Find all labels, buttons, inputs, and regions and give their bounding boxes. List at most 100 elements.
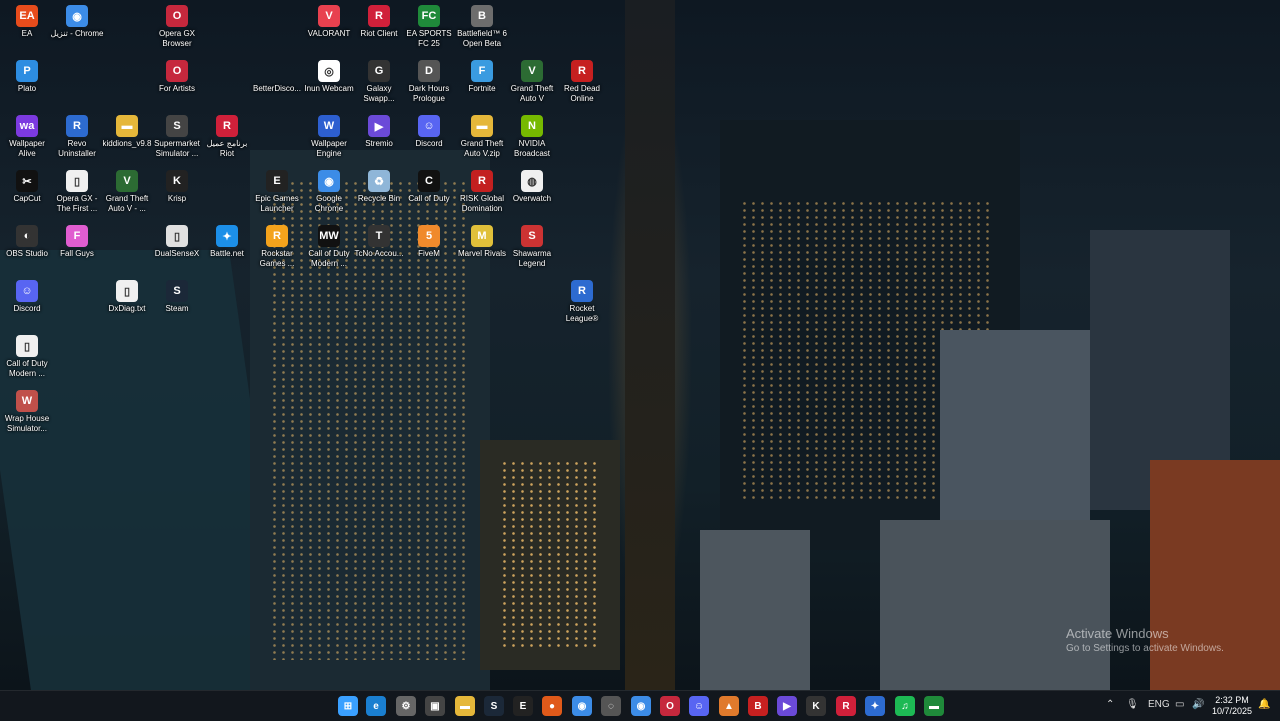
- desktop-icon-battlenet[interactable]: ✦ Battle.net: [200, 222, 254, 276]
- taskbar-edge-icon[interactable]: e: [366, 696, 386, 716]
- desktop-icon-for-artists[interactable]: O For Artists: [150, 57, 204, 111]
- supermarket-icon: S: [166, 115, 188, 137]
- taskbar-app-k-icon[interactable]: K: [806, 696, 826, 716]
- taskbar-epic-icon[interactable]: E: [513, 696, 533, 716]
- taskbar-chrome-icon[interactable]: ◉: [572, 696, 592, 716]
- desktop-icon-valorant[interactable]: V VALORANT: [302, 2, 356, 56]
- desktop-icon-rockstar[interactable]: R Rockstar Games ...: [250, 222, 304, 276]
- desktop-icon-rocket-league[interactable]: R Rocket League®: [555, 277, 609, 331]
- obs-icon: ◐: [16, 225, 38, 247]
- desktop-icon-dxdiag[interactable]: ▯ DxDiag.txt: [100, 277, 154, 331]
- desktop-icon-nvidia[interactable]: N NVIDIA Broadcast: [505, 112, 559, 166]
- activate-windows-watermark: Activate Windows Go to Settings to activ…: [1066, 626, 1224, 654]
- desktop-icon-fall-guys[interactable]: F Fall Guys: [50, 222, 104, 276]
- volume-icon[interactable]: 🔊: [1192, 699, 1204, 710]
- taskbar-file-explorer-icon[interactable]: ▬: [455, 696, 475, 716]
- desktop-icon-galaxy-swapper[interactable]: G Galaxy Swapp...: [352, 57, 406, 111]
- desktop-icon-krisp[interactable]: K Krisp: [150, 167, 204, 221]
- cod-icon: C: [418, 170, 440, 192]
- desktop-icon-opera-gx[interactable]: O Opera GX Browser: [150, 2, 204, 56]
- desktop-icon-wallpaper-engine[interactable]: W Wallpaper Engine: [302, 112, 356, 166]
- desktop-icon-wrap-house[interactable]: W Wrap House Simulator...: [0, 387, 54, 441]
- taskbar-riot-icon[interactable]: R: [836, 696, 856, 716]
- desktop-icon-betterdiscord[interactable]: BetterDisco...: [250, 57, 304, 111]
- opera-gx-icon: O: [166, 5, 188, 27]
- desktop-icon-gta5[interactable]: V Grand Theft Auto V: [505, 57, 559, 111]
- taskbar-settings-icon[interactable]: ⚙: [396, 696, 416, 716]
- desktop-icon-label: Rockstar Games ...: [259, 249, 295, 268]
- desktop-icon-label: Marvel Rivals: [457, 249, 506, 258]
- desktop-icon-revo[interactable]: R Revo Uninstaller: [50, 112, 104, 166]
- desktop-icon-plato[interactable]: P Plato: [0, 57, 54, 111]
- desktop-icon-label: CapCut: [13, 194, 41, 203]
- desktop-icon-label: Epic Games Launcher: [255, 194, 299, 213]
- desktop-icon-chrome[interactable]: ◉ Google Chrome: [302, 167, 356, 221]
- taskbar-steam-icon[interactable]: S: [484, 696, 504, 716]
- desktop-icon-tcno[interactable]: T TcNo Accou...: [352, 222, 406, 276]
- clock[interactable]: 2:32 PM 10/7/2025: [1210, 695, 1254, 717]
- taskbar-app-blue-icon[interactable]: ✦: [865, 696, 885, 716]
- desktop-icon-opera-doc[interactable]: ▯ Opera GX - The First ...: [50, 167, 104, 221]
- desktop-icon-obs[interactable]: ◐ OBS Studio: [0, 222, 54, 276]
- taskbar-app-orange-icon[interactable]: ●: [542, 696, 562, 716]
- gta5-b-icon: V: [116, 170, 138, 192]
- desktop-icon-label: Fall Guys: [60, 249, 94, 258]
- desktop-icon-battlefield[interactable]: B Battlefield™ 6 Open Beta: [455, 2, 509, 56]
- desktop-icon-fivem[interactable]: 5 FiveM: [402, 222, 456, 276]
- desktop-icon-recycle-bin[interactable]: ♻ Recycle Bin: [352, 167, 406, 221]
- desktop-icon-dualsensex[interactable]: ▯ DualSenseX: [150, 222, 204, 276]
- fivem-icon: 5: [418, 225, 440, 247]
- desktop-icon-fortnite[interactable]: F Fortnite: [455, 57, 509, 111]
- taskbar-app-green-icon[interactable]: ▬: [924, 696, 944, 716]
- language-indicator[interactable]: ENG: [1148, 699, 1170, 710]
- taskbar-spotify-icon[interactable]: ♫: [895, 696, 915, 716]
- desktop-icon-webcam[interactable]: ◎ Inun Webcam: [302, 57, 356, 111]
- desktop-icon-overwatch[interactable]: ◍ Overwatch: [505, 167, 559, 221]
- desktop-icon-gta5-b[interactable]: V Grand Theft Auto V - ...: [100, 167, 154, 221]
- cod-mw-icon: MW: [318, 225, 340, 247]
- desktop-icon-discord-2[interactable]: ☺ Discord: [0, 277, 54, 331]
- desktop-icon-marvel[interactable]: M Marvel Rivals: [455, 222, 509, 276]
- taskbar: ⊞ e ⚙ ▣ ▬ S E ● ◉ ◌ ◉ O ☺ ▲ B ▶ K R ✦ ♫ ▬ ⌃ 🎙 ENG ▭ 🔊 2:32 P…: [0, 690, 1280, 721]
- taskbar-stremio-icon[interactable]: ▶: [777, 696, 797, 716]
- desktop-icon-chrome-download[interactable]: ◉ تنزيل - Chrome: [50, 2, 104, 56]
- desktop-icon-label: Opera GX Browser: [158, 29, 195, 48]
- chrome-download-icon: ◉: [66, 5, 88, 27]
- desktop-icon-fc25[interactable]: FC EA SPORTS FC 25: [402, 2, 456, 56]
- desktop-icon-cod-mw[interactable]: MW Call of Duty Modern ...: [302, 222, 356, 276]
- taskbar-discord-icon[interactable]: ☺: [689, 696, 709, 716]
- desktop-icon-riot-ar[interactable]: R برنامج عميل Riot: [200, 112, 254, 166]
- taskbar-chrome-2-icon[interactable]: ◉: [631, 696, 651, 716]
- desktop-icon-steam[interactable]: S Steam: [150, 277, 204, 331]
- desktop-icon-stremio[interactable]: ▶ Stremio: [352, 112, 406, 166]
- microphone-icon[interactable]: 🎙: [1126, 699, 1139, 710]
- taskbar-app-grey-icon[interactable]: ◌: [601, 696, 621, 716]
- taskbar-app-red-icon[interactable]: B: [748, 696, 768, 716]
- desktop-icon-epic[interactable]: E Epic Games Launcher: [250, 167, 304, 221]
- wrap-house-icon: W: [16, 390, 38, 412]
- network-icon[interactable]: ▭: [1175, 699, 1184, 710]
- taskbar-opera-icon[interactable]: O: [660, 696, 680, 716]
- taskbar-start-icon[interactable]: ⊞: [338, 696, 358, 716]
- show-hidden-icons-chevron-icon[interactable]: ⌃: [1106, 699, 1114, 710]
- desktop-icon-kiddions[interactable]: ▬ kiddions_v9.8: [100, 112, 154, 166]
- desktop-icon-ea[interactable]: EA EA: [0, 2, 54, 56]
- desktop-icon-shawarma[interactable]: S Shawarma Legend: [505, 222, 559, 276]
- desktop-icon-label: Grand Theft Auto V - ...: [105, 194, 149, 213]
- desktop-icon-wallpaper-alive[interactable]: wa Wallpaper Alive: [0, 112, 54, 166]
- desktop-icon-riot-client[interactable]: R Riot Client: [352, 2, 406, 56]
- desktop-icon-discord-1[interactable]: ☺ Discord: [402, 112, 456, 166]
- desktop-icon-gta-zip[interactable]: ▬ Grand Theft Auto V.zip: [455, 112, 509, 166]
- notification-bell-icon[interactable]: 🔔: [1258, 699, 1270, 710]
- desktop-icon-capcut[interactable]: ✂ CapCut: [0, 167, 54, 221]
- desktop-icon-rdo[interactable]: R Red Dead Online: [555, 57, 609, 111]
- taskbar-store-icon[interactable]: ▣: [425, 696, 445, 716]
- desktop-icon-cod-modern-doc[interactable]: ▯ Call of Duty Modern ...: [0, 332, 54, 386]
- desktop-icon-risk[interactable]: R RISK Global Domination: [455, 167, 509, 221]
- clock-date: 10/7/2025: [1211, 706, 1253, 716]
- desktop-icon-dark-hours[interactable]: D Dark Hours Prologue: [402, 57, 456, 111]
- taskbar-app-orange-2-icon[interactable]: ▲: [719, 696, 739, 716]
- desktop-icon-cod[interactable]: C Call of Duty: [402, 167, 456, 221]
- galaxy-swapper-icon: G: [368, 60, 390, 82]
- desktop-icon-supermarket[interactable]: S Supermarket Simulator ...: [150, 112, 204, 166]
